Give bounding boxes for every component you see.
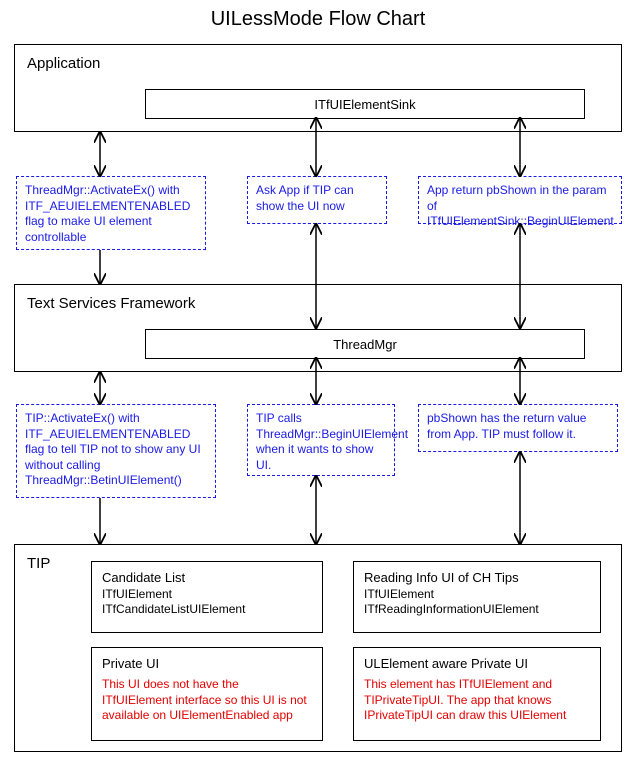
card-note: This element has ITfUIElement and TIPriv… <box>364 677 590 724</box>
card-sub: ITfUIElement <box>364 587 590 602</box>
tsf-box: Text Services Framework ThreadMgr <box>14 284 622 372</box>
tip-card-aware: ULElement aware Private UI This element … <box>353 647 601 741</box>
tip-card-reading: Reading Info UI of CH Tips ITfUIElement … <box>353 561 601 633</box>
application-inner-box: ITfUIElementSink <box>145 89 585 119</box>
tsf-label: Text Services Framework <box>27 295 195 312</box>
dashed-top-mid: Ask App if TIP can show the UI now <box>247 176 387 224</box>
card-title: Private UI <box>102 656 312 671</box>
application-label: Application <box>27 55 100 72</box>
tsf-inner-box: ThreadMgr <box>145 329 585 359</box>
dashed-mid-left: TIP::ActivateEx() with ITF_AEUIELEMENTEN… <box>16 404 216 498</box>
dashed-top-right: App return pbShown in the param of ITfUI… <box>418 176 622 224</box>
dashed-top-left: ThreadMgr::ActivateEx() with ITF_AEUIELE… <box>16 176 206 250</box>
dashed-mid-right: pbShown has the return value from App. T… <box>418 404 618 452</box>
card-sub: ITfCandidateListUIElement <box>102 602 312 617</box>
dashed-mid-mid: TIP calls ThreadMgr::BeginUIElement when… <box>247 404 395 476</box>
application-box: Application ITfUIElementSink <box>14 44 622 132</box>
card-sub: ITfReadingInformationUIElement <box>364 602 590 617</box>
chart-title: UILessMode Flow Chart <box>178 8 458 31</box>
tsf-inner-text: ThreadMgr <box>333 337 397 352</box>
card-note: This UI does not have the ITfUIElement i… <box>102 677 312 724</box>
card-title: Reading Info UI of CH Tips <box>364 570 590 585</box>
card-title: ULElement aware Private UI <box>364 656 590 671</box>
tip-box: TIP Candidate List ITfUIElement ITfCandi… <box>14 544 622 752</box>
card-sub: ITfUIElement <box>102 587 312 602</box>
tip-label: TIP <box>27 555 50 572</box>
diagram-canvas: UILessMode Flow Chart Application ITfUIE… <box>0 0 636 763</box>
tip-card-private: Private UI This UI does not have the ITf… <box>91 647 323 741</box>
application-inner-text: ITfUIElementSink <box>314 97 415 112</box>
tip-card-candidate: Candidate List ITfUIElement ITfCandidate… <box>91 561 323 633</box>
card-title: Candidate List <box>102 570 312 585</box>
